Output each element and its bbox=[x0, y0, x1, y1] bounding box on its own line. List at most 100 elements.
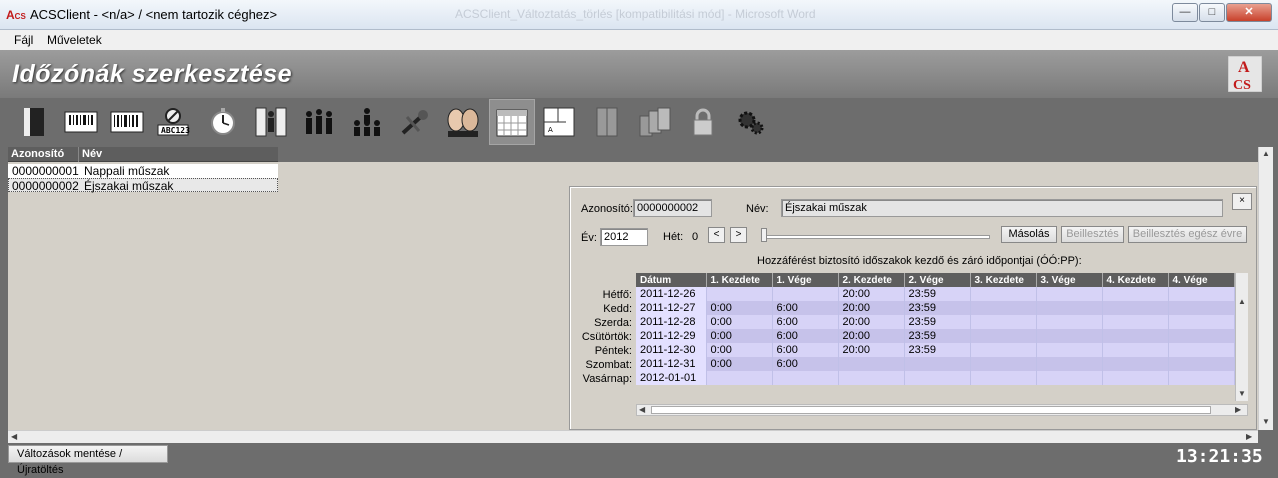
list-item[interactable]: 0000000001 Nappali műszak bbox=[8, 164, 278, 178]
group-hierarchy-icon[interactable] bbox=[344, 99, 390, 145]
table-column-header[interactable]: 2. Kezdete bbox=[838, 273, 905, 287]
column-name-header[interactable]: Név bbox=[82, 148, 102, 160]
time-cell[interactable] bbox=[772, 371, 839, 385]
list-item-selected[interactable]: 0000000002 Éjszakai műszak bbox=[8, 178, 278, 193]
copy-button[interactable]: Másolás bbox=[1001, 226, 1057, 243]
paste-button[interactable]: Beillesztés bbox=[1061, 226, 1124, 243]
time-cell[interactable]: 6:00 bbox=[772, 343, 839, 357]
prev-week-button[interactable]: < bbox=[708, 227, 725, 243]
save-reload-button[interactable]: Változások mentése / Újratöltés bbox=[8, 445, 168, 476]
time-cell[interactable]: 0:00 bbox=[706, 301, 773, 315]
time-cell[interactable] bbox=[904, 357, 971, 371]
table-row[interactable]: 2011-12-26 20:00 23:59 bbox=[636, 287, 1235, 301]
table-vertical-scrollbar[interactable]: ▲ ▼ bbox=[1235, 273, 1248, 401]
time-cell[interactable] bbox=[970, 315, 1037, 329]
time-cell[interactable] bbox=[904, 371, 971, 385]
time-cell[interactable] bbox=[1102, 301, 1169, 315]
tools-icon[interactable] bbox=[392, 99, 438, 145]
date-cell[interactable]: 2011-12-27 bbox=[636, 301, 707, 315]
time-cell[interactable] bbox=[838, 371, 905, 385]
date-cell[interactable]: 2011-12-26 bbox=[636, 287, 707, 301]
time-cell[interactable] bbox=[772, 287, 839, 301]
barcode-reader-icon[interactable] bbox=[58, 99, 104, 145]
barcode-reader-2-icon[interactable] bbox=[104, 99, 150, 145]
time-cell[interactable]: 0:00 bbox=[706, 343, 773, 357]
time-cell[interactable]: 20:00 bbox=[838, 287, 905, 301]
time-cell[interactable] bbox=[970, 329, 1037, 343]
time-cell[interactable] bbox=[1102, 329, 1169, 343]
stopwatch-icon[interactable] bbox=[200, 99, 246, 145]
time-cell[interactable]: 20:00 bbox=[838, 343, 905, 357]
multi-cabinet-icon[interactable] bbox=[632, 99, 678, 145]
time-cell[interactable] bbox=[970, 343, 1037, 357]
door-icon[interactable] bbox=[12, 99, 58, 145]
time-cell[interactable]: 23:59 bbox=[904, 315, 971, 329]
table-column-header[interactable]: 4. Kezdete bbox=[1102, 273, 1169, 287]
time-cell[interactable]: 0:00 bbox=[706, 357, 773, 371]
table-scroll-thumb[interactable] bbox=[651, 406, 1211, 414]
time-cell[interactable] bbox=[1102, 287, 1169, 301]
time-cell[interactable] bbox=[1168, 287, 1235, 301]
scroll-left-icon[interactable]: ◀ bbox=[11, 432, 17, 441]
faces-icon[interactable] bbox=[440, 99, 486, 145]
time-cell[interactable] bbox=[1036, 357, 1103, 371]
year-spinner[interactable]: 2012 bbox=[600, 228, 648, 246]
scroll-down-icon[interactable]: ▼ bbox=[1262, 417, 1270, 426]
table-scroll-left-icon[interactable]: ◀ bbox=[639, 405, 645, 414]
table-row[interactable]: 2011-12-28 0:00 6:00 20:00 23:59 bbox=[636, 315, 1235, 329]
time-cell[interactable]: 20:00 bbox=[838, 301, 905, 315]
time-cell[interactable]: 20:00 bbox=[838, 329, 905, 343]
time-cell[interactable]: 23:59 bbox=[904, 329, 971, 343]
time-cell[interactable] bbox=[1102, 315, 1169, 329]
week-slider-thumb[interactable] bbox=[761, 228, 767, 242]
time-cell[interactable] bbox=[1102, 343, 1169, 357]
date-cell[interactable]: 2011-12-31 bbox=[636, 357, 707, 371]
maximize-button[interactable]: □ bbox=[1199, 3, 1225, 22]
table-scroll-right-icon[interactable]: ▶ bbox=[1235, 405, 1241, 414]
table-scroll-up-icon[interactable]: ▲ bbox=[1238, 297, 1246, 306]
time-cell[interactable]: 23:59 bbox=[904, 343, 971, 357]
table-row[interactable]: 2011-12-27 0:00 6:00 20:00 23:59 bbox=[636, 301, 1235, 315]
name-field[interactable]: Éjszakai műszak bbox=[781, 199, 1223, 217]
scroll-up-icon[interactable]: ▲ bbox=[1262, 149, 1270, 158]
cabinet-icon[interactable] bbox=[584, 99, 630, 145]
column-id-header[interactable]: Azonosító bbox=[11, 148, 64, 160]
main-horizontal-scrollbar[interactable]: ◀ ▶ bbox=[8, 430, 1258, 443]
date-cell[interactable]: 2011-12-30 bbox=[636, 343, 707, 357]
table-column-header[interactable]: 2. Vége bbox=[904, 273, 971, 287]
time-cell[interactable] bbox=[1036, 315, 1103, 329]
date-cell[interactable]: 2011-12-28 bbox=[636, 315, 707, 329]
time-cell[interactable] bbox=[1168, 343, 1235, 357]
floorplan-icon[interactable]: A bbox=[536, 99, 582, 145]
time-cell[interactable] bbox=[1036, 343, 1103, 357]
main-vertical-scrollbar[interactable]: ▲ ▼ bbox=[1258, 147, 1273, 430]
time-cell[interactable] bbox=[1168, 329, 1235, 343]
close-button[interactable]: ✕ bbox=[1226, 3, 1272, 22]
time-cell[interactable] bbox=[1168, 301, 1235, 315]
time-cell[interactable] bbox=[970, 357, 1037, 371]
time-cell[interactable] bbox=[1036, 371, 1103, 385]
table-row[interactable]: 2011-12-29 0:00 6:00 20:00 23:59 bbox=[636, 329, 1235, 343]
time-cell[interactable]: 6:00 bbox=[772, 357, 839, 371]
time-cell[interactable]: 20:00 bbox=[838, 315, 905, 329]
time-cell[interactable]: 6:00 bbox=[772, 301, 839, 315]
time-cell[interactable]: 23:59 bbox=[904, 287, 971, 301]
time-cell[interactable] bbox=[1036, 287, 1103, 301]
time-cell[interactable]: 0:00 bbox=[706, 315, 773, 329]
time-cell[interactable] bbox=[1168, 315, 1235, 329]
menu-file[interactable]: Fájl bbox=[14, 33, 33, 47]
table-row[interactable]: 2011-12-31 0:00 6:00 bbox=[636, 357, 1235, 371]
time-cell[interactable]: 0:00 bbox=[706, 329, 773, 343]
group-icon[interactable] bbox=[296, 99, 342, 145]
time-cell[interactable]: 6:00 bbox=[772, 329, 839, 343]
date-cell[interactable]: 2011-12-29 bbox=[636, 329, 707, 343]
time-cell[interactable] bbox=[1102, 357, 1169, 371]
week-slider-track[interactable] bbox=[764, 235, 990, 239]
time-cell[interactable] bbox=[1102, 371, 1169, 385]
table-scroll-down-icon[interactable]: ▼ bbox=[1238, 389, 1246, 398]
table-horizontal-scrollbar[interactable]: ◀ ▶ bbox=[636, 404, 1248, 416]
time-cell[interactable]: 23:59 bbox=[904, 301, 971, 315]
table-column-header[interactable]: 4. Vége bbox=[1168, 273, 1235, 287]
table-column-header[interactable]: 1. Vége bbox=[772, 273, 839, 287]
time-cell[interactable] bbox=[970, 301, 1037, 315]
